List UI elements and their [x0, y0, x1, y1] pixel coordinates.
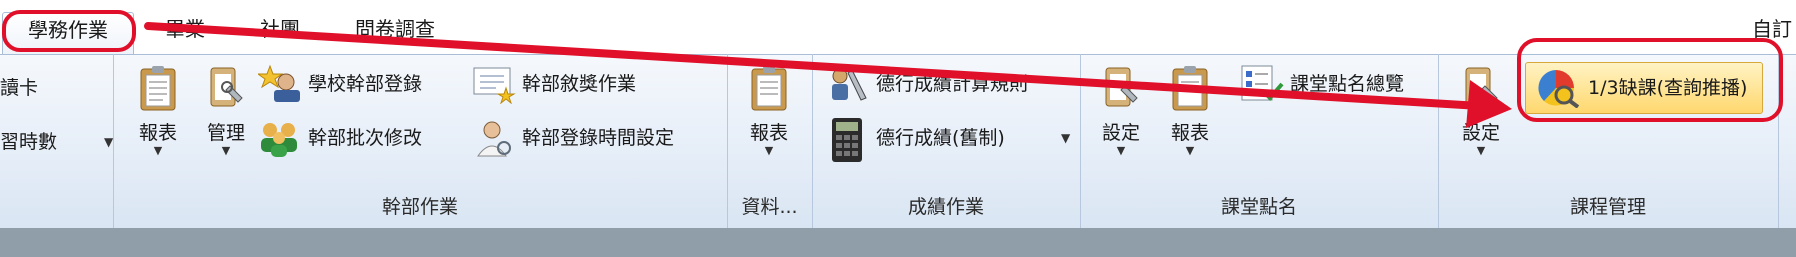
attendance-report-button[interactable]: 報表 ▼: [1160, 64, 1220, 157]
partial-item-label: 學讀卡: [0, 77, 39, 99]
attendance-report-label: 報表: [1170, 122, 1209, 144]
absence-query-label: 1/3缺課(查詢推播): [1588, 77, 1748, 99]
clipboard-icon: [140, 66, 176, 111]
clipboard-icon: [1172, 66, 1208, 111]
cadre-manage-label: 管理: [206, 122, 245, 144]
cadre-report-label: 報表: [138, 122, 177, 144]
dropdown-arrow-icon: ▼: [1185, 144, 1195, 157]
settings-clipboard-icon: [1465, 67, 1498, 107]
cadre-stamp-icon: [258, 64, 300, 102]
attendance-setting-label: 設定: [1101, 122, 1140, 144]
tab-label: 自訂: [1752, 17, 1792, 41]
cadre-time-setting-button[interactable]: 幹部登錄時間設定: [472, 116, 722, 160]
cadre-reward-button[interactable]: 幹部敘獎作業: [472, 62, 712, 106]
tab-label: 問卷調查: [355, 17, 435, 41]
workspace-background: [0, 228, 1796, 257]
dropdown-arrow-icon: ▼: [1116, 144, 1126, 157]
certificate-icon: [473, 67, 516, 104]
data-report-label: 報表: [749, 122, 788, 144]
conduct-rule-label: 德行成績計算規則: [876, 73, 1029, 95]
ribbon-tab-strip: 學務作業 畢業 社團 問卷調查 自訂: [0, 0, 1796, 55]
tab-label: 畢業: [165, 17, 205, 41]
group-label-attendance: 課堂點名: [1220, 196, 1297, 218]
cadre-batch-edit-button[interactable]: 幹部批次修改: [258, 116, 458, 160]
group-label-data: 資料...: [741, 196, 798, 218]
group-label-course: 課程管理: [1569, 196, 1646, 218]
pie-magnifier-icon: [1538, 70, 1580, 108]
partial-item-label: 學習時數: [0, 131, 58, 153]
tab-graduation[interactable]: 畢業: [150, 12, 220, 46]
school-cadre-register-button[interactable]: 學校幹部登錄: [258, 62, 458, 106]
users-group-icon: [261, 123, 297, 157]
settings-clipboard-icon: [1105, 67, 1138, 107]
checklist-icon: [1241, 65, 1284, 101]
tab-student-affairs[interactable]: 學務作業: [2, 12, 134, 55]
absence-query-button[interactable]: 1/3缺課(查詢推播): [1525, 62, 1763, 114]
dropdown-arrow-icon: ▼: [104, 135, 114, 149]
cadre-time-setting-label: 幹部登錄時間設定: [522, 127, 675, 149]
tab-label: 學務作業: [28, 18, 108, 42]
dropdown-arrow-icon: ▼: [764, 144, 774, 157]
dropdown-arrow-icon: ▼: [1061, 131, 1071, 145]
manage-tools-icon: [210, 67, 243, 107]
cadre-report-button[interactable]: 報表 ▼: [128, 64, 188, 157]
doctor-settings-icon: [477, 121, 511, 157]
tab-clubs[interactable]: 社團: [245, 12, 315, 46]
dropdown-arrow-icon: ▼: [221, 144, 231, 157]
school-cadre-register-label: 學校幹部登錄: [308, 73, 423, 95]
data-report-button[interactable]: 報表 ▼: [738, 64, 800, 157]
conduct-grades-button[interactable]: 德行成績(舊制) ▼: [826, 116, 1076, 162]
conduct-rule-button[interactable]: 德行成績計算規則: [826, 62, 1076, 106]
group-separator: [1778, 54, 1779, 228]
course-setting-label: 設定: [1461, 122, 1500, 144]
dropdown-arrow-icon: ▼: [153, 144, 163, 157]
calculator-icon: [832, 118, 862, 162]
course-setting-button[interactable]: 設定 ▼: [1454, 64, 1508, 157]
tab-customize[interactable]: 自訂: [1752, 12, 1796, 46]
cadre-reward-label: 幹部敘獎作業: [522, 73, 637, 95]
attendance-setting-button[interactable]: 設定 ▼: [1094, 64, 1148, 157]
cadre-batch-edit-label: 幹部批次修改: [308, 127, 423, 149]
dropdown-arrow-icon: ▼: [1476, 144, 1486, 157]
group-label-cadre: 幹部作業: [381, 196, 458, 218]
group-label-grades: 成績作業: [907, 196, 984, 218]
tab-survey[interactable]: 問卷調查: [340, 12, 450, 46]
cadre-manage-button[interactable]: 管理 ▼: [196, 64, 256, 157]
attendance-overview-button[interactable]: 課堂點名總覽: [1240, 62, 1430, 106]
attendance-overview-label: 課堂點名總覽: [1290, 73, 1405, 95]
wrench-settings-icon: [832, 68, 867, 101]
clipboard-icon: [751, 66, 787, 111]
conduct-grades-label: 德行成績(舊制): [876, 127, 1005, 149]
tab-label: 社團: [260, 17, 300, 41]
